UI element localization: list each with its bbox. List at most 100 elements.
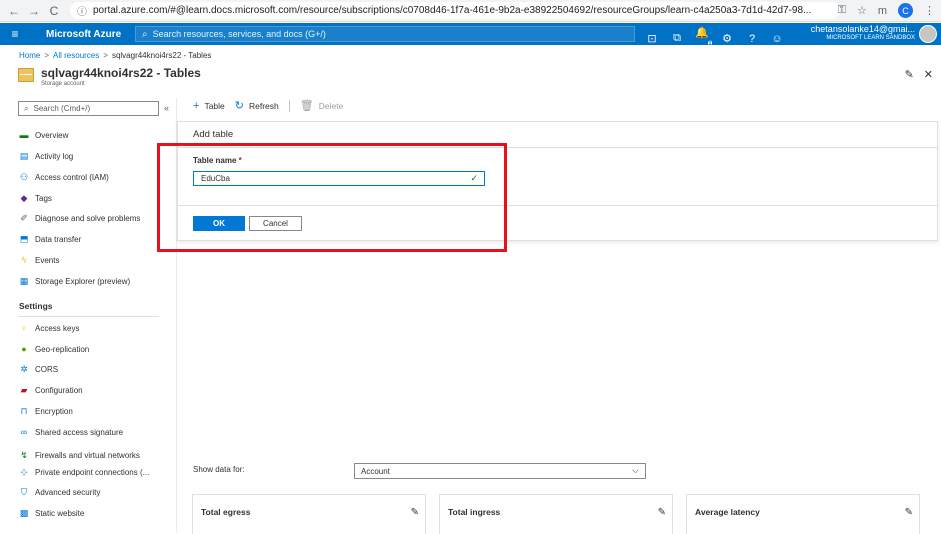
sidebar-item-advanced-security[interactable]: ⛉ Advanced security bbox=[19, 484, 101, 500]
activity-log-icon: ▤ bbox=[19, 150, 29, 161]
breadcrumb-separator: > bbox=[44, 51, 50, 60]
trash-icon: 🗑 bbox=[299, 100, 314, 112]
address-url: portal.azure.com/#@learn.docs.microsoft.… bbox=[93, 5, 812, 16]
breadcrumb: Home > All resources > sqlvagr44knoi4rs22 - … bbox=[19, 51, 211, 60]
help-icon[interactable]: ? bbox=[745, 33, 759, 45]
refresh-icon: ↻ bbox=[234, 100, 244, 112]
metric-card-ingress[interactable]: Total ingress ✎ bbox=[439, 494, 673, 534]
add-table-label: Table bbox=[204, 100, 225, 111]
star-icon[interactable]: ☆ bbox=[857, 4, 867, 17]
delete-button[interactable]: 🗑 Delete bbox=[300, 99, 344, 112]
profile-avatar[interactable]: C bbox=[898, 3, 913, 18]
metric-card-title: Total ingress bbox=[448, 507, 501, 517]
overview-icon: ▬ bbox=[19, 130, 29, 140]
delete-label: Delete bbox=[318, 100, 344, 111]
metric-card-latency[interactable]: Average latency ✎ bbox=[686, 494, 920, 534]
directory-filter-icon[interactable]: ⧉ bbox=[670, 32, 684, 45]
sidebar-item-overview[interactable]: ▬ Overview bbox=[19, 127, 69, 143]
firewall-icon: ↯ bbox=[20, 449, 28, 460]
pin-icon[interactable]: ✎ bbox=[658, 507, 666, 518]
resource-menu: ⌕ Search (Cmd+/) « ▬ Overview ▤ Activity l… bbox=[0, 98, 176, 533]
resource-header: sqlvagr44knoi4rs22 - Tables Storage acco… bbox=[18, 66, 201, 87]
add-table-heading: Add table bbox=[193, 129, 234, 140]
sidebar-item-sas[interactable]: ∞ Shared access signature bbox=[19, 424, 123, 440]
pin-icon[interactable]: ✎ bbox=[905, 68, 914, 81]
sidebar-item-encryption[interactable]: ⊓ Encryption bbox=[19, 403, 73, 419]
website-icon: ▩ bbox=[19, 507, 29, 518]
breadcrumb-separator: > bbox=[103, 51, 108, 60]
sidebar-item-label: Encryption bbox=[35, 406, 73, 416]
metric-card-title: Average latency bbox=[695, 507, 760, 517]
sidebar-item-label: Shared access signature bbox=[35, 427, 124, 437]
user-avatar[interactable] bbox=[919, 25, 937, 43]
show-data-select[interactable]: Account ⌵ bbox=[354, 463, 646, 479]
command-bar: + Table ↻ Refresh 🗑 Delete bbox=[193, 99, 353, 112]
breadcrumb-current: sqlvagr44knoi4rs22 - Tables bbox=[111, 51, 212, 60]
back-arrow-icon[interactable]: ← bbox=[6, 4, 22, 18]
site-info-icon[interactable]: ⓘ bbox=[77, 3, 87, 18]
account-info[interactable]: chetansolanke14@gmai... MICROSOFT LEARN … bbox=[811, 25, 915, 43]
endpoint-icon: ⊹ bbox=[20, 466, 28, 477]
account-directory: MICROSOFT LEARN SANDBOX bbox=[826, 35, 915, 41]
metric-card-egress[interactable]: Total egress ✎ bbox=[192, 494, 426, 534]
globe-icon: ● bbox=[21, 344, 27, 354]
menu-search-placeholder: Search (Cmd+/) bbox=[33, 104, 91, 113]
hamburger-menu-icon[interactable]: ≡ bbox=[0, 27, 30, 41]
table-storage-icon bbox=[18, 68, 34, 82]
sidebar-item-label: Activity log bbox=[35, 151, 74, 161]
sidebar-item-activity-log[interactable]: ▤ Activity log bbox=[19, 148, 74, 164]
sidebar-item-events[interactable]: ϟ Events bbox=[19, 252, 60, 268]
global-search-placeholder: Search resources, services, and docs (G+… bbox=[152, 29, 326, 39]
sidebar-item-label: Geo-replication bbox=[35, 344, 90, 354]
show-data-label: Show data for: bbox=[193, 465, 245, 474]
sidebar-item-configuration[interactable]: ▰ Configuration bbox=[19, 382, 83, 398]
sidebar-item-access-control[interactable]: ⚇ Access control (IAM) bbox=[19, 169, 109, 185]
metric-card-title: Total egress bbox=[201, 507, 251, 517]
sidebar-item-cors[interactable]: ✲ CORS bbox=[19, 361, 58, 377]
lock-icon: ⊓ bbox=[20, 405, 28, 416]
close-icon[interactable]: ✕ bbox=[924, 68, 933, 81]
briefcase-icon: ▰ bbox=[20, 384, 28, 395]
address-bar[interactable]: ⓘ portal.azure.com/#@learn.docs.microsof… bbox=[70, 2, 840, 19]
section-divider bbox=[18, 316, 159, 317]
breadcrumb-all-resources[interactable]: All resources bbox=[53, 51, 99, 60]
sidebar-item-access-keys[interactable]: ♀ Access keys bbox=[19, 320, 80, 336]
people-icon: ⚇ bbox=[19, 171, 29, 182]
toolbar-separator bbox=[288, 99, 290, 112]
sidebar-item-label: CORS bbox=[35, 364, 59, 374]
browser-menu-icon[interactable]: ⋮ bbox=[924, 4, 935, 17]
reload-icon[interactable]: C bbox=[46, 4, 62, 18]
sidebar-item-label: Static website bbox=[35, 508, 85, 518]
extension-icon[interactable]: m bbox=[878, 5, 887, 17]
sidebar-item-private-endpoint[interactable]: ⊹ Private endpoint connections (... bbox=[19, 464, 149, 480]
pin-icon[interactable]: ✎ bbox=[411, 507, 419, 518]
brand-name[interactable]: Microsoft Azure bbox=[30, 29, 140, 40]
feedback-smiley-icon[interactable]: ☺ bbox=[770, 33, 784, 45]
tag-icon: ◆ bbox=[20, 192, 28, 203]
breadcrumb-home[interactable]: Home bbox=[19, 51, 40, 60]
sidebar-item-geo-replication[interactable]: ● Geo-replication bbox=[19, 341, 89, 357]
refresh-button[interactable]: ↻ Refresh bbox=[235, 99, 279, 112]
cloud-shell-icon[interactable]: ⊡ bbox=[645, 32, 659, 45]
settings-gear-icon[interactable]: ⚙ bbox=[720, 32, 734, 45]
global-search-input[interactable]: ⌕ Search resources, services, and docs (… bbox=[135, 26, 635, 42]
sidebar-item-firewalls[interactable]: ↯ Firewalls and virtual networks bbox=[19, 447, 140, 463]
menu-search-input[interactable]: ⌕ Search (Cmd+/) bbox=[18, 101, 159, 116]
sidebar-item-label: Firewalls and virtual networks bbox=[35, 450, 140, 460]
key-icon: ♀ bbox=[20, 323, 28, 333]
search-icon: ⌕ bbox=[24, 103, 29, 113]
forward-arrow-icon[interactable]: → bbox=[26, 4, 42, 18]
shield-icon: ⛉ bbox=[20, 486, 28, 497]
sidebar-item-data-transfer[interactable]: ⬒ Data transfer bbox=[19, 231, 82, 247]
pin-icon[interactable]: ✎ bbox=[905, 507, 913, 518]
add-table-button[interactable]: + Table bbox=[193, 100, 225, 112]
sidebar-item-static-website[interactable]: ▩ Static website bbox=[19, 505, 85, 521]
sidebar-item-diagnose[interactable]: ✐ Diagnose and solve problems bbox=[19, 210, 140, 226]
sidebar-item-label: Private endpoint connections (... bbox=[35, 467, 150, 477]
sidebar-item-storage-explorer[interactable]: ▦ Storage Explorer (preview) bbox=[19, 273, 130, 289]
sidebar-item-tags[interactable]: ◆ Tags bbox=[19, 190, 52, 206]
collapse-menu-icon[interactable]: « bbox=[164, 103, 169, 113]
chevron-down-icon: ⌵ bbox=[632, 465, 639, 475]
key-icon[interactable]: ⚿ bbox=[838, 4, 846, 17]
notifications-icon[interactable]: 🔔1 bbox=[695, 26, 712, 51]
